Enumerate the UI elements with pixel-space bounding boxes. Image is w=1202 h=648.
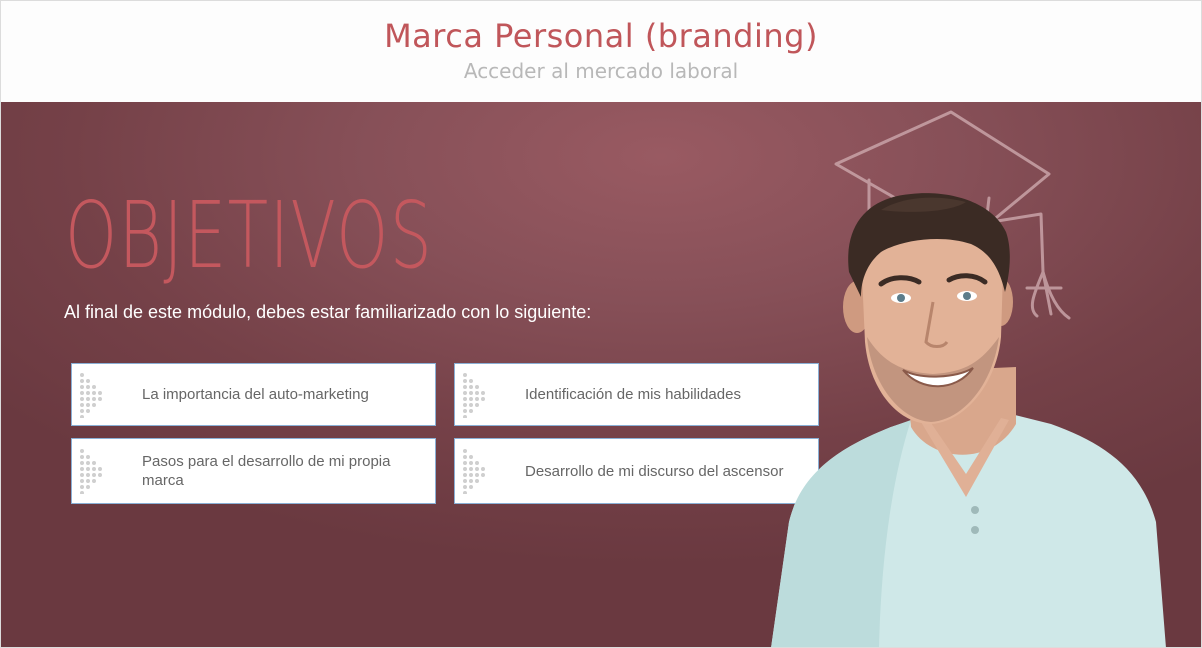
student-photo [771,193,1166,647]
dotted-arrow-icon [463,449,485,494]
dotted-arrow-icon [80,373,102,418]
objective-card[interactable]: La importancia del auto-marketing [71,363,436,426]
section-intro: Al final de este módulo, debes estar fam… [64,302,592,322]
section-heading: OBJETIVOS [65,182,434,289]
objective-label: Pasos para el desarrollo de mi propia ma… [142,453,391,489]
dotted-arrow-icon [80,449,102,494]
objective-card[interactable]: Pasos para el desarrollo de mi propia ma… [71,438,436,504]
dotted-arrow-icon [463,373,485,418]
page-subtitle: Acceder al mercado laboral [463,59,739,83]
page-title: Marca Personal (branding) [384,17,818,55]
objectives-section: OBJETIVOS Al final de este módulo, debes… [1,102,1201,647]
objective-label: La importancia del auto-marketing [142,386,369,403]
slide-frame: Marca Personal (branding) Acceder al mer… [0,0,1202,648]
slide-header: Marca Personal (branding) Acceder al mer… [1,1,1201,102]
